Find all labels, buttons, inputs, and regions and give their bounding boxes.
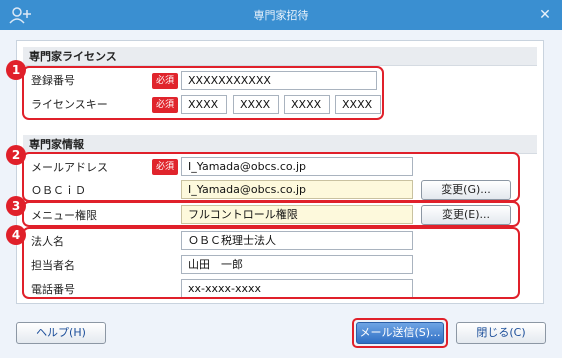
callout-number-4: 4 [6, 225, 26, 245]
close-icon[interactable]: ✕ [534, 4, 556, 26]
callout-number-3: 3 [6, 196, 26, 216]
title-bar: 専門家招待 ✕ [0, 0, 562, 30]
license-section-header: 専門家ライセンス [23, 47, 537, 66]
callout-box-4 [22, 227, 520, 299]
callout-number-2: 2 [6, 145, 26, 165]
callout-box-2 [22, 152, 520, 202]
send-mail-button[interactable]: メール送信(S)... [356, 322, 444, 344]
callout-number-1: 1 [6, 60, 26, 80]
close-button[interactable]: 閉じる(C) [456, 322, 546, 344]
help-button[interactable]: ヘルプ(H) [16, 322, 106, 344]
expert-invite-dialog: 専門家招待 ✕ 専門家ライセンス 登録番号 必須 XXXXXXXXXXX ライセ… [0, 0, 562, 358]
callout-box-3 [22, 201, 520, 227]
callout-box-1 [22, 66, 384, 120]
window-title: 専門家招待 [253, 9, 309, 22]
